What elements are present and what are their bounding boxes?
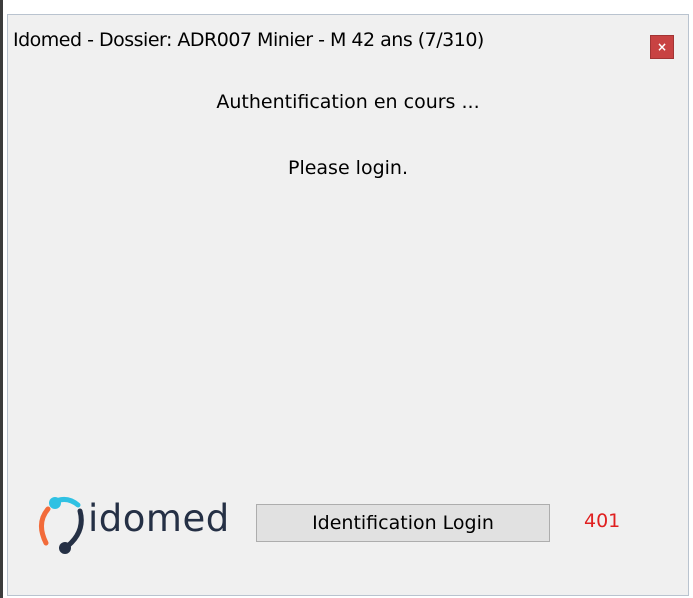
idomed-logo: idomed: [34, 493, 244, 557]
auth-dialog-window: Idomed - Dossier: ADR007 Minier - M 42 a…: [7, 14, 689, 596]
auth-status-text: Authentification en cours ...: [216, 91, 480, 113]
window-title: Idomed - Dossier: ADR007 Minier - M 42 a…: [13, 29, 484, 51]
identification-login-button[interactable]: Identification Login: [256, 504, 550, 542]
close-button[interactable]: ×: [650, 35, 674, 59]
close-icon: ×: [656, 40, 668, 54]
title-bar: Idomed - Dossier: ADR007 Minier - M 42 a…: [8, 15, 688, 67]
login-prompt-text: Please login.: [287, 157, 409, 179]
logo-wordmark: idomed: [88, 497, 230, 540]
screen-edge: [0, 0, 3, 598]
idomed-logo-icon: [39, 497, 84, 554]
error-code-text: 401: [584, 510, 621, 532]
